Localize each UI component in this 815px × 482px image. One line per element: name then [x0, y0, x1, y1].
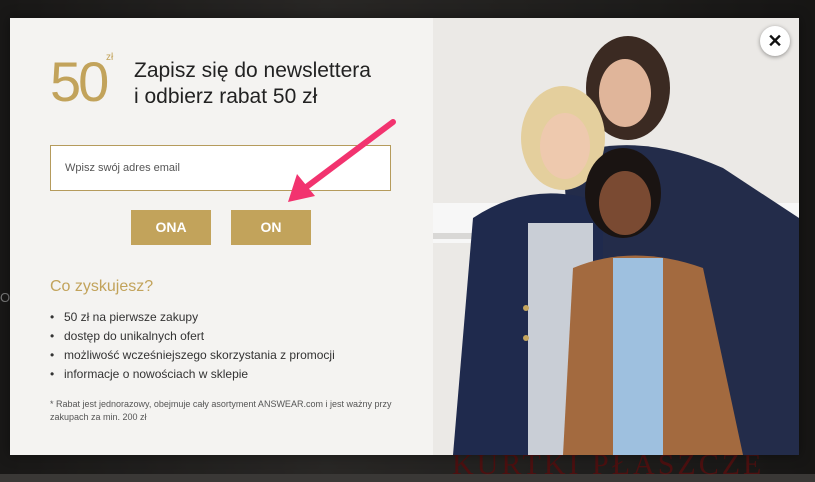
discount-badge: 50 zł — [50, 50, 126, 116]
discount-currency: zł — [106, 52, 114, 63]
close-icon: ✕ — [767, 31, 783, 51]
benefit-item: informacje o nowościach w sklepie — [50, 365, 335, 384]
models-illustration — [433, 18, 799, 455]
newsletter-form-panel: 50 zł Zapisz się do newslettera i odbier… — [10, 18, 433, 455]
headline-line-1: Zapisz się do newslettera — [134, 59, 371, 82]
benefit-item: możliwość wcześniejszego skorzystania z … — [50, 346, 335, 365]
terms-footnote: * Rabat jest jednorazowy, obejmuje cały … — [50, 399, 392, 422]
benefit-item: 50 zł na pierwsze zakupy — [50, 308, 335, 327]
benefits-list: 50 zł na pierwsze zakupy dostęp do unika… — [50, 308, 335, 384]
discount-amount: 50 — [50, 50, 109, 113]
benefits-title: Co zyskujesz? — [50, 278, 154, 295]
benefit-item: dostęp do unikalnych ofert — [50, 327, 335, 346]
female-signup-button[interactable]: ONA — [131, 210, 211, 245]
newsletter-headline: Zapisz się do newslettera i odbierz raba… — [134, 58, 414, 110]
newsletter-modal: 50 zł Zapisz się do newslettera i odbier… — [10, 18, 799, 455]
models-photo: ✕ — [433, 18, 799, 455]
close-button[interactable]: ✕ — [760, 26, 790, 56]
headline-line-2: i odbierz rabat 50 zł — [134, 85, 318, 108]
male-signup-button[interactable]: ON — [231, 210, 311, 245]
email-input[interactable] — [50, 145, 391, 191]
